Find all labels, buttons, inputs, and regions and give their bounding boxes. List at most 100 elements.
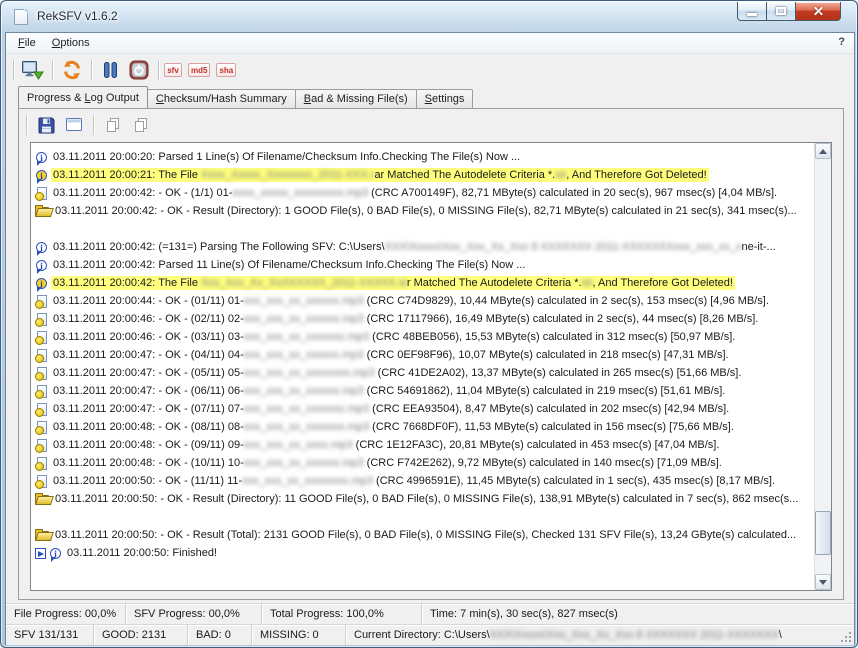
text: , And Therefore Got Deleted! xyxy=(566,169,706,181)
file-ok-icon xyxy=(37,439,47,452)
text: 03.11.2011 20:00:44: - OK - (01/11) 01- xyxy=(53,295,244,307)
status-file-progress: File Progress: 00,0% xyxy=(6,604,126,624)
warning-icon xyxy=(36,170,47,181)
redacted-text: XXX\Xxxxx\Xxx_Xxx_Xx_Xxx 8 XXXXXXX 2011-… xyxy=(385,241,742,253)
menu-options[interactable]: Options xyxy=(44,35,98,51)
redacted-text: xxx_xxx_xx_xxxxxx.mp3 xyxy=(244,385,364,397)
log-text: 03.11.2011 20:00:42: Parsed 11 Line(s) O… xyxy=(51,258,527,272)
text: 03.11.2011 20:00:42: Parsed 11 Line(s) O… xyxy=(53,259,525,271)
info-icon xyxy=(50,548,61,559)
log-text: 03.11.2011 20:00:47: - OK - (05/11) 05-x… xyxy=(51,366,743,380)
text: 03.11.2011 20:00:42: The File xyxy=(53,277,201,289)
redacted-text: xxx_xxx_xx_xxxxxxxx.mp3 xyxy=(242,475,373,487)
scroll-up-button[interactable] xyxy=(815,143,831,159)
text: 03.11.2011 20:00:21: The File xyxy=(53,169,201,181)
log-list[interactable]: 03.11.2011 20:00:20: Parsed 1 Line(s) Of… xyxy=(31,143,814,590)
redacted-text: sir xyxy=(582,277,593,289)
md5-button[interactable]: md5 xyxy=(188,63,210,77)
log-line[interactable]: 03.11.2011 20:00:20: Parsed 1 Line(s) Of… xyxy=(35,148,814,166)
redacted-text: xxx_xxx_xx_xxxxxx.mp3 xyxy=(244,457,364,469)
log-line[interactable]: 03.11.2011 20:00:42: - OK - Result (Dire… xyxy=(35,202,814,220)
status-time: Time: 7 min(s), 30 sec(s), 827 msec(s) xyxy=(422,604,854,624)
log-line[interactable]: 03.11.2011 20:00:50: - OK - (11/11) 11-x… xyxy=(35,472,814,490)
log-line[interactable]: 03.11.2011 20:00:50: - OK - Result (Dire… xyxy=(35,490,814,508)
maximize-button[interactable] xyxy=(767,2,796,21)
tab-settings[interactable]: Settings xyxy=(416,89,474,108)
text: SFV 131/131 xyxy=(14,629,78,641)
text: 03.11.2011 20:00:48: - OK - (10/11) 10- xyxy=(53,457,244,469)
tab-bad-missing-files[interactable]: Bad & Missing File(s) xyxy=(295,89,417,108)
progress-status-bar: File Progress: 00,0% SFV Progress: 00,0% T… xyxy=(6,603,854,624)
minimize-icon xyxy=(747,13,757,16)
status-sfv-count: SFV 131/131 xyxy=(6,625,94,645)
app-window: RekSFV v1.6.2 FileOptions ? xyxy=(0,0,858,648)
log-text: 03.11.2011 20:00:42: The File Xxx_Xxx_Xx… xyxy=(51,276,735,290)
text: (CRC 0EF98F96), 10,07 MByte(s) calculate… xyxy=(364,349,729,361)
refresh-button[interactable] xyxy=(58,57,86,83)
redacted-text: xxx_xxx_xx_xxxx.mp3 xyxy=(244,439,353,451)
help-menu[interactable]: ? xyxy=(838,36,845,48)
minimize-button[interactable] xyxy=(737,2,767,21)
sha-button[interactable]: sha xyxy=(216,63,236,77)
log-line[interactable]: 03.11.2011 20:00:42: Parsed 11 Line(s) O… xyxy=(35,256,814,274)
status-good-count: GOOD: 2131 xyxy=(94,625,188,645)
warning-icon xyxy=(36,278,47,289)
pause-button[interactable] xyxy=(97,57,125,83)
scrollbar-thumb[interactable] xyxy=(815,511,831,555)
info-icon xyxy=(36,242,47,253)
close-button[interactable] xyxy=(796,2,841,21)
text: 03.11.2011 20:00:42: - OK - Result (Dire… xyxy=(55,205,797,217)
text: 03.11.2011 20:00:46: - OK - (03/11) 03- xyxy=(53,331,244,343)
stop-button[interactable] xyxy=(125,57,153,83)
text: 03.11.2011 20:00:42: - OK - (1/1) 01- xyxy=(53,187,232,199)
text: 03.11.2011 20:00:47: - OK - (05/11) 05- xyxy=(53,367,244,379)
log-line[interactable]: 03.11.2011 20:00:42: (=131=) Parsing The… xyxy=(35,238,814,256)
redacted-text: Xxx_Xxx_Xx_XxXXXXXX_2011-XXXXX.si xyxy=(201,277,407,289)
monitor-scan-icon xyxy=(22,61,44,80)
title-bar[interactable]: RekSFV v1.6.2 xyxy=(1,1,857,32)
log-line[interactable]: 03.11.2011 20:00:50: - OK - Result (Tota… xyxy=(35,526,814,544)
log-line[interactable]: 03.11.2011 20:00:48: - OK - (08/11) 08-x… xyxy=(35,418,814,436)
open-log-window-button[interactable] xyxy=(60,112,88,138)
log-line[interactable]: 03.11.2011 20:00:47: - OK - (04/11) 04-x… xyxy=(35,346,814,364)
log-line[interactable]: 03.11.2011 20:00:48: - OK - (09/11) 09-x… xyxy=(35,436,814,454)
copy-all-button[interactable] xyxy=(127,112,155,138)
redacted-text: xxx_xxx_xx_xxxxxxx.mp3 xyxy=(244,421,369,433)
log-line[interactable]: 03.11.2011 20:00:48: - OK - (10/11) 10-x… xyxy=(35,454,814,472)
open-directory-button[interactable] xyxy=(19,57,47,83)
log-line[interactable]: 03.11.2011 20:00:46: - OK - (03/11) 03-x… xyxy=(35,328,814,346)
log-line[interactable]: 03.11.2011 20:00:47: - OK - (07/11) 07-x… xyxy=(35,400,814,418)
scroll-down-button[interactable] xyxy=(815,574,831,590)
file-ok-icon xyxy=(37,295,47,308)
log-text: 03.11.2011 20:00:50: - OK - (11/11) 11-x… xyxy=(51,474,777,488)
vertical-scrollbar[interactable] xyxy=(814,143,831,590)
log-line[interactable]: 03.11.2011 20:00:42: The File Xxx_Xxx_Xx… xyxy=(35,274,814,292)
copy-selection-button[interactable] xyxy=(99,112,127,138)
text: SFV Progress: 00,0% xyxy=(134,608,240,620)
save-log-button[interactable] xyxy=(32,112,60,138)
menu-file[interactable]: File xyxy=(10,35,44,51)
log-line[interactable]: 03.11.2011 20:00:44: - OK - (01/11) 01-x… xyxy=(35,292,814,310)
tab-strip: Progress & Log OutputChecksum/Hash Summa… xyxy=(18,86,472,108)
resize-grip[interactable] xyxy=(839,630,852,643)
client-area: FileOptions ? xyxy=(5,32,855,645)
refresh-icon xyxy=(62,60,82,80)
log-line[interactable]: 03.11.2011 20:00:42: - OK - (1/1) 01-xxx… xyxy=(35,184,814,202)
log-text: 03.11.2011 20:00:44: - OK - (01/11) 01-x… xyxy=(51,294,771,308)
redacted-text: Xxxx_Xxxxx_Xxxxxxxx_2011-XXX.r xyxy=(201,169,374,181)
folder-result-icon xyxy=(35,495,49,505)
tab-checksum-hash-summary[interactable]: Checksum/Hash Summary xyxy=(147,89,296,108)
log-line[interactable]: 03.11.2011 20:00:21: The File Xxxx_Xxxxx… xyxy=(35,166,814,184)
log-text: 03.11.2011 20:00:21: The File Xxxx_Xxxxx… xyxy=(51,168,709,182)
log-text: 03.11.2011 20:00:48: - OK - (09/11) 09-x… xyxy=(51,438,721,452)
sfv-button[interactable]: sfv xyxy=(164,63,182,77)
log-line[interactable]: 03.11.2011 20:00:50: Finished! xyxy=(35,544,814,562)
text: 03.11.2011 20:00:50: Finished! xyxy=(67,547,217,559)
file-ok-icon xyxy=(37,313,47,326)
log-line[interactable]: 03.11.2011 20:00:46: - OK - (02/11) 02-x… xyxy=(35,310,814,328)
log-line[interactable]: 03.11.2011 20:00:47: - OK - (06/11) 06-x… xyxy=(35,382,814,400)
file-ok-icon xyxy=(37,331,47,344)
text: 03.11.2011 20:00:47: - OK - (07/11) 07- xyxy=(53,403,244,415)
tab-progress-log-output[interactable]: Progress & Log Output xyxy=(18,86,148,108)
log-line[interactable]: 03.11.2011 20:00:47: - OK - (05/11) 05-x… xyxy=(35,364,814,382)
